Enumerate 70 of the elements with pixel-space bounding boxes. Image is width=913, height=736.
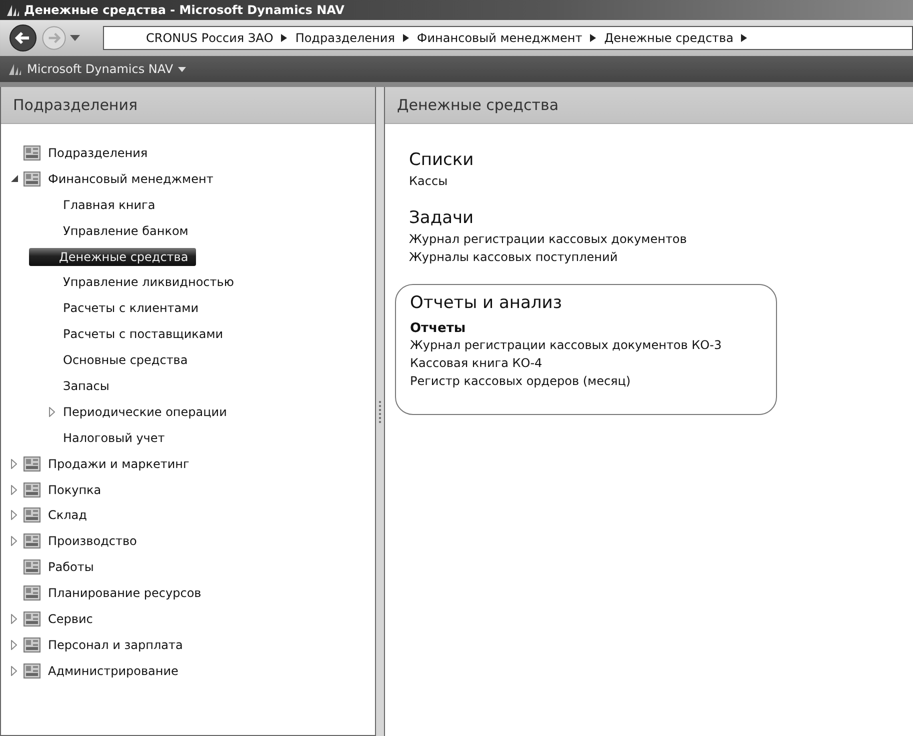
tree-item[interactable]: Денежные средства xyxy=(29,248,196,266)
breadcrumb-item[interactable]: Денежные средства xyxy=(604,31,734,45)
tree-item[interactable]: Сервис xyxy=(44,610,97,628)
module-icon xyxy=(23,454,41,473)
collapsed-icon[interactable] xyxy=(11,640,17,650)
tree-item[interactable]: Управление банком xyxy=(59,222,192,240)
collapsed-icon[interactable] xyxy=(11,666,17,676)
tree-item[interactable]: Финансовый менеджмент xyxy=(44,170,218,188)
collapsed-icon[interactable] xyxy=(49,406,55,417)
module-icon xyxy=(23,636,41,654)
module-icon xyxy=(23,610,41,628)
expanded-icon[interactable] xyxy=(10,175,18,182)
tree-item[interactable]: Основные средства xyxy=(59,351,192,370)
action-link[interactable]: Регистр кассовых ордеров (месяц) xyxy=(410,372,766,390)
module-icon xyxy=(23,662,41,680)
tree-item[interactable]: Производство xyxy=(44,532,141,550)
window-title: Денежные средства - Microsoft Dynamics NAV xyxy=(24,3,344,17)
collapsed-icon[interactable] xyxy=(11,484,17,495)
module-icon xyxy=(23,506,41,524)
module-icon xyxy=(23,532,41,550)
module-icon xyxy=(23,170,41,188)
tree-item[interactable]: Подразделения xyxy=(44,144,152,162)
pane-title: Подразделения xyxy=(13,96,138,114)
tree-item[interactable]: Расчеты с поставщиками xyxy=(59,325,228,344)
collapsed-icon[interactable] xyxy=(11,458,17,469)
chevron-icon xyxy=(402,34,409,42)
tree-item[interactable]: Продажи и маркетинг xyxy=(44,454,194,473)
module-icon xyxy=(23,558,41,576)
back-button[interactable] xyxy=(8,23,38,53)
chevron-icon xyxy=(281,34,288,42)
collapsed-icon[interactable] xyxy=(11,614,17,624)
splitter-handle[interactable] xyxy=(376,87,384,736)
tree-item[interactable]: Налоговый учет xyxy=(59,428,169,447)
breadcrumb-item[interactable]: Финансовый менеджмент xyxy=(416,31,582,45)
chevron-icon xyxy=(590,34,596,42)
tree-item[interactable]: Периодические операции xyxy=(59,402,231,421)
logo-icon xyxy=(8,62,22,76)
action-link[interactable]: Кассы xyxy=(409,172,749,190)
tree-item[interactable]: Запасы xyxy=(59,376,114,395)
collapsed-icon[interactable] xyxy=(11,536,17,546)
tree-item[interactable]: Покупка xyxy=(44,480,106,499)
tree-item[interactable]: Персонал и зарплата xyxy=(44,636,187,654)
action-link[interactable]: Кассовая книга КО-4 xyxy=(410,354,766,372)
action-link[interactable]: Журнал регистрации кассовых документов xyxy=(409,230,749,248)
tree-item[interactable]: Администрирование xyxy=(44,662,182,680)
tree-item[interactable]: Работы xyxy=(44,558,98,576)
breadcrumb-item[interactable]: CRONUS Россия ЗАО xyxy=(146,31,274,45)
address-bar[interactable]: CRONUS Россия ЗАО Подразделения Финансовый менеджмент Денежные средства xyxy=(103,26,913,50)
module-icon xyxy=(23,144,41,162)
section-title: Списки xyxy=(409,150,475,170)
section-title: Отчеты и анализ xyxy=(410,293,563,313)
breadcrumb-item[interactable]: Подразделения xyxy=(295,31,395,45)
module-icon xyxy=(23,480,41,499)
tree-item[interactable]: Главная книга xyxy=(59,196,160,214)
app-menu[interactable]: Microsoft Dynamics NAV xyxy=(8,62,186,76)
module-icon xyxy=(23,584,41,602)
collapsed-icon[interactable] xyxy=(11,510,17,520)
tree-item[interactable]: Расчеты с клиентами xyxy=(59,299,202,318)
action-link[interactable]: Журналы кассовых поступлений xyxy=(409,248,749,266)
tree-item[interactable]: Управление ликвидностью xyxy=(59,273,238,292)
group-heading: Отчеты xyxy=(410,321,467,336)
tree-item[interactable]: Склад xyxy=(44,506,91,524)
tree-item[interactable]: Планирование ресурсов xyxy=(44,584,206,602)
logo-icon xyxy=(6,3,20,17)
action-link[interactable]: Журнал регистрации кассовых документов КО-3 xyxy=(410,336,766,354)
dropdown-icon[interactable] xyxy=(70,35,80,41)
section-title: Задачи xyxy=(409,208,475,228)
caret-icon xyxy=(178,66,186,72)
pane-title: Денежные средства xyxy=(397,96,559,114)
chevron-icon xyxy=(741,34,748,42)
